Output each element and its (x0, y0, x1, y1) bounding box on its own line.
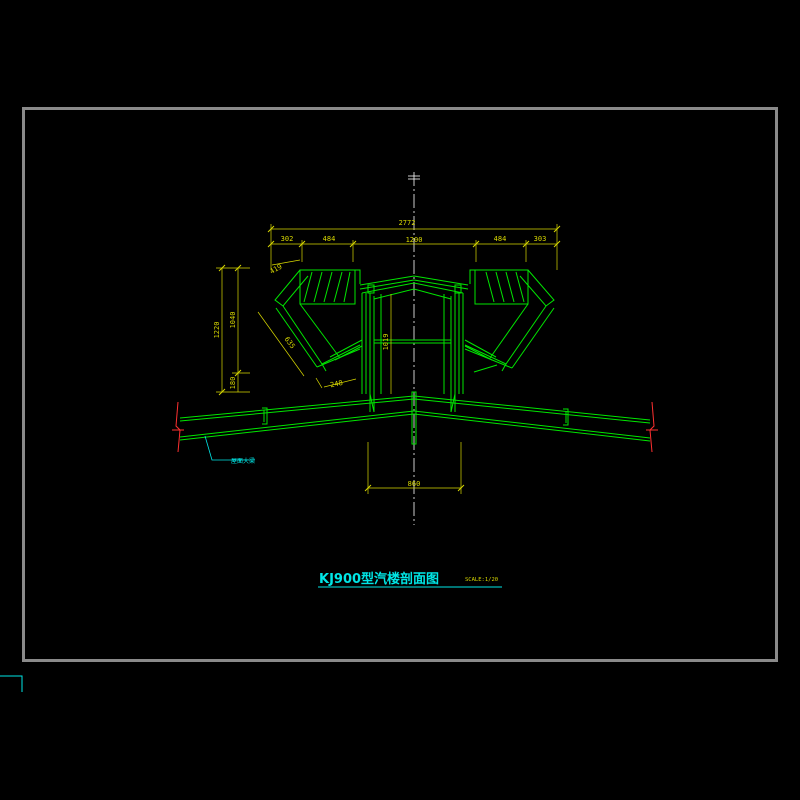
dim-overall-width: 2772 (399, 219, 416, 227)
dim-left-bottom: 180 (229, 377, 237, 390)
dim-slope-length: 635 (283, 335, 297, 350)
dim-left-total-height: 1220 (213, 322, 221, 339)
dim-bottom-width: 860 (408, 480, 421, 488)
dim-center-height: 1019 (382, 334, 390, 351)
dim-top-right-inner: 484 (494, 235, 507, 243)
dim-top-left-outer: 302 (281, 235, 294, 243)
dim-top-center: 1200 (406, 236, 423, 244)
dimension-lines (216, 224, 558, 494)
dim-left-height: 1040 (229, 312, 237, 329)
dim-slope-bottom: 248 (330, 379, 344, 389)
ucs-corner-marker (0, 675, 23, 692)
monitor-frame (274, 269, 555, 413)
dim-top-right-outer: 303 (534, 235, 547, 243)
cad-drawing-canvas: 2772 302 484 1200 484 303 1220 1040 180 … (0, 107, 778, 692)
beam-callout-label: 屋面大梁 (231, 457, 255, 465)
drawing-scale: SCALE:1/20 (465, 577, 498, 583)
dim-top-left-inner: 484 (323, 235, 336, 243)
roof-section (179, 391, 651, 445)
drawing-title: KJ900型汽楼剖面图 (319, 571, 439, 587)
beam-callout-leader (204, 435, 255, 461)
dimension-ticks (218, 225, 561, 492)
